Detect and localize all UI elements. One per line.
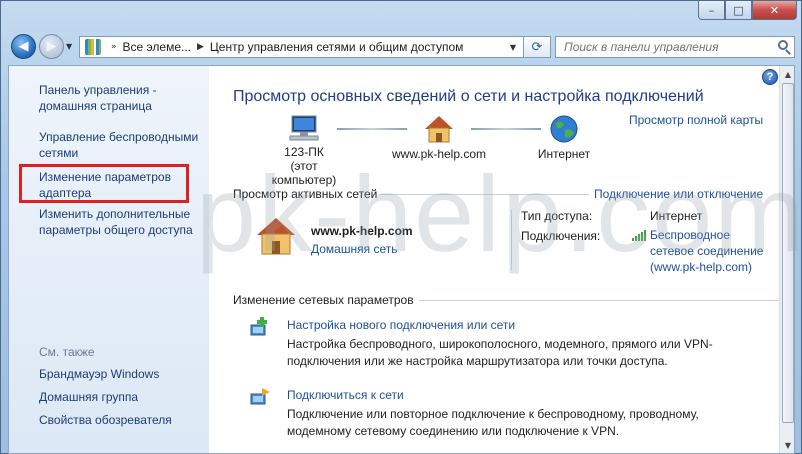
main-panel: ? Просмотр основных сведений о сети и на… xyxy=(209,66,794,453)
close-button[interactable]: ✕ xyxy=(752,1,797,20)
task-connect-network-link[interactable]: Подключиться к сети xyxy=(287,388,404,402)
sidebar-item-sharing-settings[interactable]: Изменить дополнительные параметры общего… xyxy=(39,206,205,238)
connections-label: Подключения: xyxy=(521,229,601,243)
divider xyxy=(379,194,589,195)
see-also-label: См. также xyxy=(39,345,95,359)
refresh-icon: ⟳ xyxy=(531,39,543,55)
map-node-internet-label: Интернет xyxy=(537,147,591,161)
back-arrow-icon: ◀ xyxy=(18,39,29,54)
search-icon[interactable] xyxy=(778,40,788,50)
sidebar-item-wireless[interactable]: Управление беспроводными сетями xyxy=(39,129,205,161)
computer-icon xyxy=(289,115,319,141)
refresh-button[interactable]: ⟳ xyxy=(523,36,551,58)
map-node-computer[interactable]: 123-ПК (этот компьютер) xyxy=(259,114,349,187)
content-area: Панель управления - домашняя страница Уп… xyxy=(8,65,795,454)
sidebar: Панель управления - домашняя страница Уп… xyxy=(9,66,209,453)
wireless-connection-link[interactable]: Беспроводное сетевое соединение (www.pk-… xyxy=(650,227,763,275)
connection-line-1: Беспроводное xyxy=(650,228,731,242)
scrollbar-thumb[interactable] xyxy=(782,83,794,423)
change-settings-heading: Изменение сетевых параметров xyxy=(233,293,414,307)
highlight-box xyxy=(19,164,189,203)
page-title: Просмотр основных сведений о сети и наст… xyxy=(233,88,704,105)
access-type-value: Интернет xyxy=(650,209,703,223)
access-type-label: Тип доступа: xyxy=(521,209,593,223)
navigation-bar: ◀ ▶ ▼ » Все элеме... ▶ Центр управления … xyxy=(9,34,795,60)
task-new-connection-link[interactable]: Настройка нового подключения или сети xyxy=(287,318,515,332)
back-button[interactable]: ◀ xyxy=(11,34,36,59)
connect-disconnect-link[interactable]: Подключение или отключение xyxy=(594,187,763,201)
active-network-name: www.pk-help.com xyxy=(311,224,413,238)
divider xyxy=(419,300,779,301)
see-also-internet-options[interactable]: Свойства обозревателя xyxy=(39,412,205,428)
control-panel-icon xyxy=(85,39,101,55)
map-node-computer-label: 123-ПК xyxy=(284,145,324,159)
breadcrumb-item-all-items[interactable]: Все элеме... xyxy=(123,40,191,54)
minimize-button[interactable]: – xyxy=(698,1,725,20)
help-icon[interactable]: ? xyxy=(762,69,778,85)
connection-line-3: (www.pk-help.com) xyxy=(650,260,753,274)
caption-buttons: – □ ✕ xyxy=(698,1,797,20)
network-type-link[interactable]: Домашняя сеть xyxy=(311,242,397,256)
globe-icon xyxy=(550,115,578,143)
history-dropdown-icon[interactable]: ▼ xyxy=(66,42,72,51)
control-panel-window: – □ ✕ ◀ ▶ ▼ » Все элеме... ▶ Центр управ… xyxy=(0,0,802,454)
breadcrumb-separator-icon[interactable]: ▶ xyxy=(197,42,204,52)
new-connection-icon xyxy=(250,317,267,336)
breadcrumb-separator-icon[interactable]: » xyxy=(111,42,117,52)
map-node-internet[interactable]: Интернет xyxy=(519,114,609,161)
task-connect-network: Подключиться к сети Подключение или повт… xyxy=(249,386,769,446)
signal-strength-icon xyxy=(632,230,646,241)
task-new-connection-description: Настройка беспроводного, широкополосного… xyxy=(287,337,713,368)
maximize-button[interactable]: □ xyxy=(725,1,752,20)
map-node-computer-sublabel: (этот компьютер) xyxy=(271,159,337,187)
house-icon xyxy=(257,218,295,255)
task-connect-network-description: Подключение или повторное подключение к … xyxy=(287,407,699,438)
see-also-homegroup[interactable]: Домашняя группа xyxy=(39,389,205,405)
forward-arrow-icon: ▶ xyxy=(46,39,57,54)
connection-line-2: сетевое соединение xyxy=(650,244,764,258)
address-bar[interactable]: » Все элеме... ▶ Центр управления сетями… xyxy=(79,36,551,58)
vertical-scrollbar[interactable]: ▲ ▼ xyxy=(779,66,794,453)
scroll-down-arrow-icon[interactable]: ▼ xyxy=(780,437,794,453)
divider xyxy=(511,210,512,270)
breadcrumb-item-network-center[interactable]: Центр управления сетями и общим доступом xyxy=(210,40,464,54)
active-networks-heading: Просмотр активных сетей xyxy=(233,187,378,201)
see-also-firewall[interactable]: Брандмауэр Windows xyxy=(39,366,205,382)
task-new-connection: Настройка нового подключения или сети На… xyxy=(249,316,769,376)
house-icon xyxy=(425,116,453,143)
map-node-network[interactable]: www.pk-help.com xyxy=(379,114,499,161)
connect-network-icon xyxy=(250,388,270,405)
forward-button[interactable]: ▶ xyxy=(39,34,64,59)
search-box[interactable] xyxy=(555,36,795,58)
sidebar-home-link[interactable]: Панель управления - домашняя страница xyxy=(39,82,205,114)
map-node-network-label: www.pk-help.com xyxy=(391,147,487,161)
scroll-up-arrow-icon[interactable]: ▲ xyxy=(780,66,794,82)
network-map: 123-ПК (этот компьютер) www.pk-help.com xyxy=(209,108,794,187)
search-input[interactable] xyxy=(556,37,794,57)
address-dropdown-icon[interactable]: ▼ xyxy=(510,43,516,52)
